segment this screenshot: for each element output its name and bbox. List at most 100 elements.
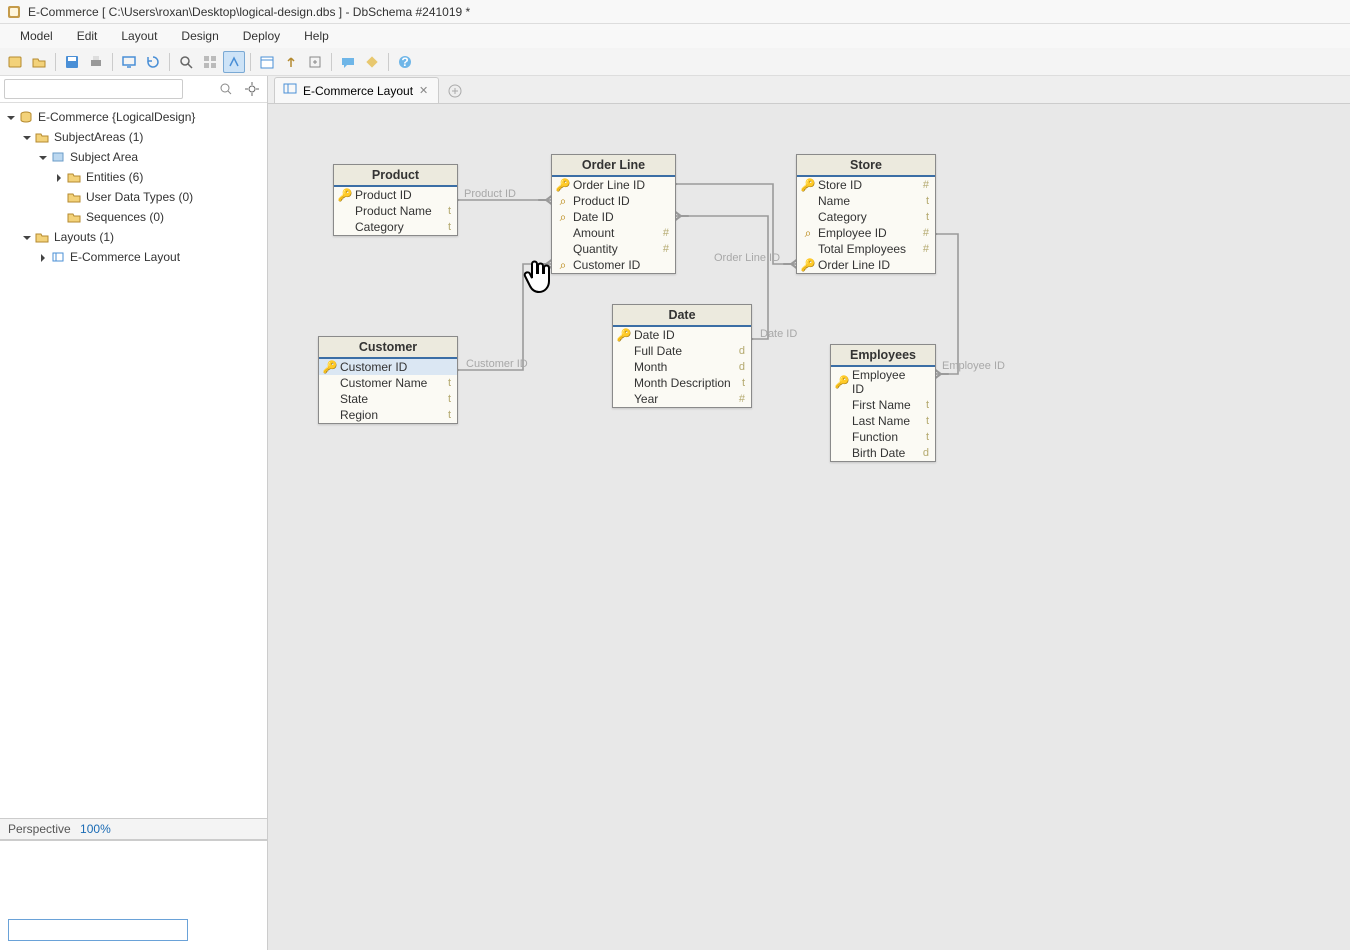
caret-down-icon[interactable] — [22, 232, 32, 242]
col-customer-name[interactable]: Customer Namet — [319, 375, 457, 391]
menu-layout[interactable]: Layout — [109, 26, 169, 46]
rel-label-order-line-id: Order Line ID — [714, 252, 780, 264]
col-employee-id[interactable]: 🔑Employee ID — [831, 367, 935, 397]
folder-icon — [66, 209, 82, 225]
refresh-button[interactable] — [142, 51, 164, 73]
key-icon: 🔑 — [801, 258, 815, 272]
menu-edit[interactable]: Edit — [65, 26, 110, 46]
entity-header[interactable]: Customer — [319, 337, 457, 359]
text-input-box[interactable] — [8, 919, 188, 941]
print-button[interactable] — [85, 51, 107, 73]
col-last-name[interactable]: Last Namet — [831, 413, 935, 429]
entity-store[interactable]: Store 🔑Store ID# Namet Categoryt ⌕Employ… — [796, 154, 936, 274]
col-amount[interactable]: Amount# — [552, 225, 675, 241]
new-model-button[interactable] — [4, 51, 26, 73]
menu-design[interactable]: Design — [169, 26, 230, 46]
menu-deploy[interactable]: Deploy — [231, 26, 292, 46]
blank-icon — [323, 376, 337, 390]
col-month[interactable]: Monthd — [613, 359, 751, 375]
entity-header[interactable]: Date — [613, 305, 751, 327]
col-date-id[interactable]: 🔑Date ID — [613, 327, 751, 343]
export-button[interactable] — [304, 51, 326, 73]
spacer — [54, 212, 64, 222]
entity-header[interactable]: Order Line — [552, 155, 675, 177]
monitor-button[interactable] — [118, 51, 140, 73]
settings-button[interactable] — [241, 78, 263, 100]
fk-icon: ⌕ — [556, 210, 570, 224]
snap-button[interactable] — [223, 51, 245, 73]
entity-header[interactable]: Employees — [831, 345, 935, 367]
tree-subject-areas[interactable]: SubjectAreas (1) — [2, 127, 265, 147]
zoom-value[interactable]: 100% — [80, 822, 111, 836]
tree-sequences[interactable]: Sequences (0) — [2, 207, 265, 227]
col-category[interactable]: Categoryt — [797, 209, 935, 225]
col-order-line-id[interactable]: 🔑Order Line ID — [797, 257, 935, 273]
zoom-button[interactable] — [175, 51, 197, 73]
col-customer-id[interactable]: ⌕Customer ID — [552, 257, 675, 273]
sidebar: E-Commerce {LogicalDesign} SubjectAreas … — [0, 76, 268, 950]
col-date-id[interactable]: ⌕Date ID — [552, 209, 675, 225]
tab-close-button[interactable]: ✕ — [419, 84, 428, 97]
col-customer-id[interactable]: 🔑Customer ID — [319, 359, 457, 375]
tree-layout-item[interactable]: E-Commerce Layout — [2, 247, 265, 267]
col-employee-id[interactable]: ⌕Employee ID# — [797, 225, 935, 241]
col-month-description[interactable]: Month Descriptiont — [613, 375, 751, 391]
diagram-canvas[interactable]: Product ID Customer ID Date ID Order Lin… — [268, 104, 1350, 950]
diamond-button[interactable] — [361, 51, 383, 73]
layout-icon — [283, 82, 297, 99]
col-order-line-id[interactable]: 🔑Order Line ID — [552, 177, 675, 193]
tab-ecommerce-layout[interactable]: E-Commerce Layout ✕ — [274, 77, 439, 103]
chat-button[interactable] — [337, 51, 359, 73]
col-state[interactable]: Statet — [319, 391, 457, 407]
col-first-name[interactable]: First Namet — [831, 397, 935, 413]
new-tab-button[interactable] — [445, 81, 465, 101]
main-area: E-Commerce Layout ✕ — [268, 76, 1350, 950]
entity-product[interactable]: Product 🔑Product ID Product Namet Catego… — [333, 164, 458, 236]
col-region[interactable]: Regiont — [319, 407, 457, 423]
col-store-id[interactable]: 🔑Store ID# — [797, 177, 935, 193]
save-button[interactable] — [61, 51, 83, 73]
col-name[interactable]: Namet — [797, 193, 935, 209]
tree-entities[interactable]: Entities (6) — [2, 167, 265, 187]
tree-subject-area[interactable]: Subject Area — [2, 147, 265, 167]
help-button[interactable]: ? — [394, 51, 416, 73]
col-category[interactable]: Categoryt — [334, 219, 457, 235]
fk-icon: ⌕ — [556, 194, 570, 208]
col-year[interactable]: Year# — [613, 391, 751, 407]
blank-icon — [835, 430, 849, 444]
arrow-up-button[interactable] — [280, 51, 302, 73]
folder-icon — [34, 229, 50, 245]
col-product-id[interactable]: 🔑Product ID — [334, 187, 457, 203]
caret-down-icon[interactable] — [38, 152, 48, 162]
caret-right-icon[interactable] — [38, 252, 48, 262]
tree-layouts[interactable]: Layouts (1) — [2, 227, 265, 247]
caret-down-icon[interactable] — [6, 112, 16, 122]
col-full-date[interactable]: Full Dated — [613, 343, 751, 359]
menu-help[interactable]: Help — [292, 26, 341, 46]
toolbar: ? — [0, 48, 1350, 76]
col-product-id[interactable]: ⌕Product ID — [552, 193, 675, 209]
tree[interactable]: E-Commerce {LogicalDesign} SubjectAreas … — [0, 103, 267, 818]
entity-date[interactable]: Date 🔑Date ID Full Dated Monthd Month De… — [612, 304, 752, 408]
menu-model[interactable]: Model — [8, 26, 65, 46]
entity-customer[interactable]: Customer 🔑Customer ID Customer Namet Sta… — [318, 336, 458, 424]
toolbar-sep — [169, 53, 170, 71]
col-birth-date[interactable]: Birth Dated — [831, 445, 935, 461]
search-input[interactable] — [4, 79, 183, 99]
entity-header[interactable]: Store — [797, 155, 935, 177]
caret-down-icon[interactable] — [22, 132, 32, 142]
tree-user-data-types[interactable]: User Data Types (0) — [2, 187, 265, 207]
entity-header[interactable]: Product — [334, 165, 457, 187]
entity-employees[interactable]: Employees 🔑Employee ID First Namet Last … — [830, 344, 936, 462]
entity-order-line[interactable]: Order Line 🔑Order Line ID ⌕Product ID ⌕D… — [551, 154, 676, 274]
col-product-name[interactable]: Product Namet — [334, 203, 457, 219]
caret-right-icon[interactable] — [54, 172, 64, 182]
tree-entities-label: Entities (6) — [86, 170, 143, 184]
col-total-employees[interactable]: Total Employees# — [797, 241, 935, 257]
open-button[interactable] — [28, 51, 50, 73]
calendar-button[interactable] — [256, 51, 278, 73]
tree-root[interactable]: E-Commerce {LogicalDesign} — [2, 107, 265, 127]
grid-button[interactable] — [199, 51, 221, 73]
col-function[interactable]: Functiont — [831, 429, 935, 445]
col-quantity[interactable]: Quantity# — [552, 241, 675, 257]
